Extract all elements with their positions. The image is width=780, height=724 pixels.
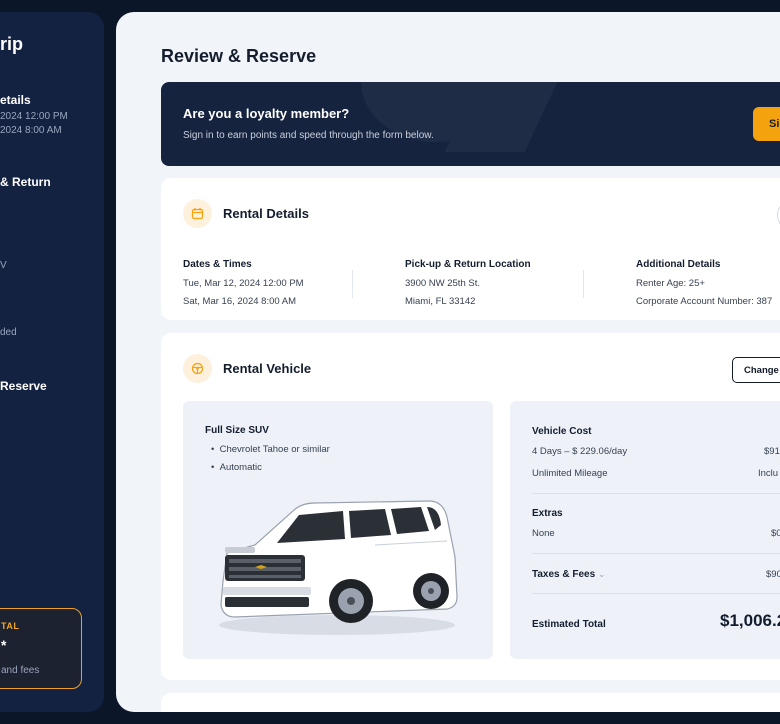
sidebar-total-box: TAL * and fees <box>0 608 82 689</box>
sidebar-title: rip <box>0 34 24 54</box>
next-section-card <box>161 693 780 712</box>
pickup-datetime: Tue, Mar 12, 2024 12:00 PM <box>183 278 304 289</box>
steering-wheel-icon <box>183 354 212 383</box>
daily-rate-label: 4 Days – $ 229.06/day <box>532 446 628 457</box>
taxes-fees-toggle[interactable]: Taxes & Fees ⌄ <box>532 569 606 580</box>
extras-label: None <box>532 528 555 539</box>
calendar-icon <box>183 199 212 228</box>
corporate-account-number: Corporate Account Number: 387 <box>636 296 773 307</box>
main-panel: Review & Reserve Are you a loyalty membe… <box>116 12 780 712</box>
sidebar-step-pickup-return[interactable]: & Return <box>0 175 51 189</box>
vehicle-image <box>215 493 459 646</box>
extras-value: $0 <box>771 528 780 539</box>
banner-text: Sign in to earn points and speed through… <box>183 130 434 141</box>
vehicle-feature: • Automatic <box>211 462 262 473</box>
rental-details-title: Rental Details <box>223 206 309 221</box>
sidebar-step-review-reserve[interactable]: Reserve <box>0 379 47 393</box>
vehicle-feature: • Chevrolet Tahoe or similar <box>211 444 330 455</box>
vehicle-cost-summary: Vehicle Cost 4 Days – $ 229.06/day $916 … <box>510 401 780 659</box>
rental-vehicle-card: Rental Vehicle Change V Full Size SUV • … <box>161 333 780 680</box>
sidebar-total-label: TAL <box>1 621 20 631</box>
rental-vehicle-title: Rental Vehicle <box>223 361 312 376</box>
divider <box>532 493 780 494</box>
banner-heading: Are you a loyalty member? <box>183 106 350 121</box>
additional-details-label: Additional Details <box>636 259 721 270</box>
loyalty-banner: Are you a loyalty member? Sign in to ear… <box>161 82 780 166</box>
sidebar-vehicle-line: V <box>0 260 7 271</box>
taxes-fees-value: $90 <box>766 569 780 580</box>
mileage-value: Inclu <box>758 468 779 479</box>
chevron-down-icon: ⌄ <box>597 569 606 579</box>
vehicle-feature-text: Automatic <box>219 462 262 473</box>
taxes-fees-label: Taxes & Fees <box>532 569 596 580</box>
vehicle-summary: Full Size SUV • Chevrolet Tahoe or simil… <box>183 401 493 659</box>
divider <box>532 553 780 554</box>
sidebar-extras-line: ded <box>0 327 17 338</box>
page-title: Review & Reserve <box>161 46 317 66</box>
change-vehicle-button[interactable]: Change V <box>732 357 780 383</box>
renter-age: Renter Age: 25+ <box>636 278 705 289</box>
sidebar-total-sub: and fees <box>1 665 40 676</box>
sidebar-details-line: 2024 12:00 PM <box>0 111 68 122</box>
sidebar-step-rental-details[interactable]: etails <box>0 93 31 107</box>
vehicle-class: Full Size SUV <box>205 425 269 436</box>
location-label: Pick-up & Return Location <box>405 259 531 270</box>
mileage-label: Unlimited Mileage <box>532 468 608 479</box>
extras-title: Extras <box>532 508 563 519</box>
divider <box>583 270 584 298</box>
sidebar-details-line: 2024 8:00 AM <box>0 125 62 136</box>
sidebar: rip etails 2024 12:00 PM 2024 8:00 AM & … <box>0 12 104 712</box>
dates-times-label: Dates & Times <box>183 259 252 270</box>
location-street: 3900 NW 25th St. <box>405 278 480 289</box>
vehicle-cost-title: Vehicle Cost <box>532 426 592 437</box>
return-datetime: Sat, Mar 16, 2024 8:00 AM <box>183 296 297 307</box>
rental-details-card: Rental Details Dates & Times Tue, Mar 12… <box>161 178 780 320</box>
estimated-total-value: $1,006.2 <box>720 611 780 630</box>
estimated-total-label: Estimated Total <box>532 619 606 630</box>
location-city: Miami, FL 33142 <box>405 296 476 307</box>
divider <box>532 593 780 594</box>
sign-in-button[interactable]: Si <box>753 107 780 141</box>
daily-rate-value: $916 <box>764 446 780 457</box>
divider <box>352 270 353 298</box>
vehicle-feature-text: Chevrolet Tahoe or similar <box>219 444 330 455</box>
sidebar-total-value: * <box>1 637 7 653</box>
